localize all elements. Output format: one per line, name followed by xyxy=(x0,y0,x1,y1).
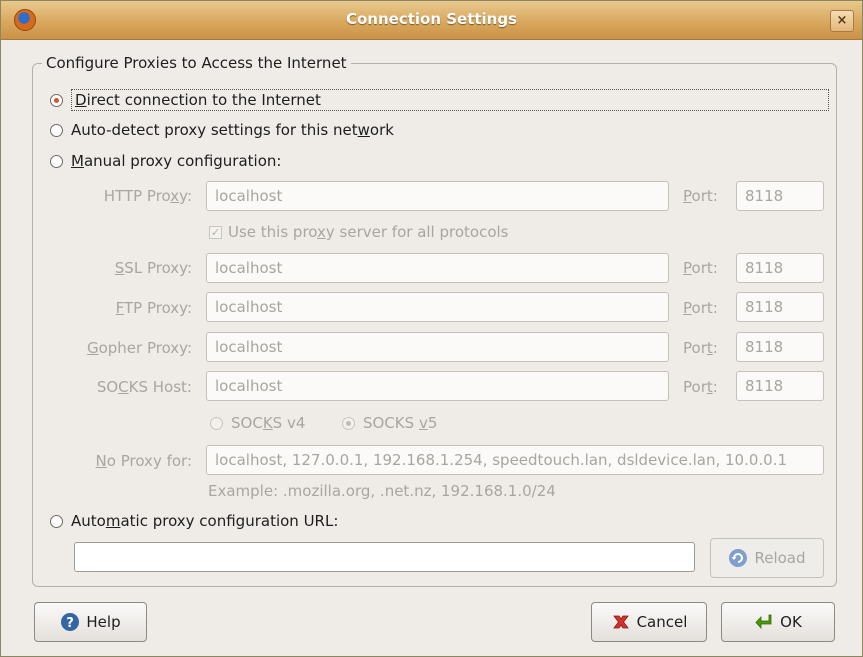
reload-icon xyxy=(729,549,748,567)
radio-direct-connection[interactable]: Direct connection to the Internet xyxy=(50,89,829,111)
title-bar[interactable]: Connection Settings × xyxy=(1,1,862,40)
ok-arrow-icon xyxy=(755,614,772,630)
ftp-port-input[interactable]: 8118 xyxy=(736,292,824,322)
gopher-proxy-input[interactable]: localhost xyxy=(206,332,669,362)
ftp-proxy-label: FTP Proxy: xyxy=(115,299,192,317)
socks-host-input[interactable]: localhost xyxy=(206,371,669,401)
radio-auto-proxy-url[interactable]: Automatic proxy configuration URL: xyxy=(50,512,338,530)
svg-text:?: ? xyxy=(67,616,75,631)
use-proxy-all-protocols-label: Use this proxy server for all protocols xyxy=(228,223,509,241)
gopher-port-label: Port: xyxy=(683,339,718,357)
cancel-button[interactable]: Cancel xyxy=(591,602,707,642)
cancel-icon xyxy=(612,615,629,629)
http-proxy-input[interactable]: localhost xyxy=(206,181,669,211)
radio-auto-detect-label: Auto-detect proxy settings for this netw… xyxy=(71,121,394,139)
gopher-proxy-label: Gopher Proxy: xyxy=(86,339,192,357)
radio-socks-v5[interactable]: SOCKS v5 xyxy=(342,414,437,432)
http-port-input[interactable]: 8118 xyxy=(736,181,824,211)
socks-port-input[interactable]: 8118 xyxy=(736,371,824,401)
no-proxy-input[interactable]: localhost, 127.0.0.1, 192.168.1.254, spe… xyxy=(206,445,824,475)
ssl-port-input[interactable]: 8118 xyxy=(736,253,824,283)
help-button[interactable]: ? Help xyxy=(34,602,147,642)
radio-indicator[interactable] xyxy=(50,514,63,528)
radio-indicator[interactable] xyxy=(50,93,63,107)
no-proxy-label: No Proxy for: xyxy=(95,452,192,470)
radio-auto-detect[interactable]: Auto-detect proxy settings for this netw… xyxy=(50,121,394,139)
socks-port-label: Port: xyxy=(683,378,718,396)
ok-button[interactable]: OK xyxy=(721,602,835,642)
radio-indicator[interactable] xyxy=(342,416,355,430)
connection-settings-dialog: Connection Settings × Configure Proxies … xyxy=(0,0,863,657)
ssl-port-label: Port: xyxy=(683,259,718,277)
window-title: Connection Settings xyxy=(345,10,518,28)
radio-socks-v4[interactable]: SOCKS v4 xyxy=(210,414,305,432)
groupbox-legend: Configure Proxies to Access the Internet xyxy=(42,54,351,72)
proxy-groupbox xyxy=(32,63,837,587)
cancel-label: Cancel xyxy=(636,613,688,631)
close-icon[interactable]: × xyxy=(830,10,854,32)
radio-manual-label: Manual proxy configuration: xyxy=(71,152,282,170)
no-proxy-example: Example: .mozilla.org, .net.nz, 192.168.… xyxy=(208,482,556,500)
radio-direct-label: Direct connection to the Internet xyxy=(71,89,829,111)
ftp-port-label: Port: xyxy=(683,299,718,317)
radio-indicator[interactable] xyxy=(50,123,63,137)
radio-manual-proxy[interactable]: Manual proxy configuration: xyxy=(50,152,281,170)
http-proxy-label: HTTP Proxy: xyxy=(103,187,192,205)
help-label: Help xyxy=(86,613,121,631)
radio-auto-url-label: Automatic proxy configuration URL: xyxy=(71,512,339,530)
http-port-label: Port: xyxy=(683,187,718,205)
socks-v4-label: SOCKS v4 xyxy=(231,414,306,432)
gopher-port-input[interactable]: 8118 xyxy=(736,332,824,362)
reload-button[interactable]: Reload xyxy=(710,538,824,578)
radio-indicator[interactable] xyxy=(50,154,63,168)
ok-label: OK xyxy=(780,613,802,631)
help-icon: ? xyxy=(61,613,80,631)
radio-indicator[interactable] xyxy=(210,416,223,430)
ftp-proxy-input[interactable]: localhost xyxy=(206,292,669,322)
socks-host-label: SOCKS Host: xyxy=(96,378,192,396)
ssl-proxy-label: SSL Proxy: xyxy=(114,259,192,277)
reload-label: Reload xyxy=(754,549,806,567)
checkmark-icon[interactable]: ✓ xyxy=(209,225,222,239)
socks-v5-label: SOCKS v5 xyxy=(363,414,438,432)
ssl-proxy-input[interactable]: localhost xyxy=(206,253,669,283)
use-proxy-all-protocols-checkbox[interactable]: ✓ Use this proxy server for all protocol… xyxy=(209,223,509,241)
auto-proxy-url-input[interactable] xyxy=(74,542,695,572)
